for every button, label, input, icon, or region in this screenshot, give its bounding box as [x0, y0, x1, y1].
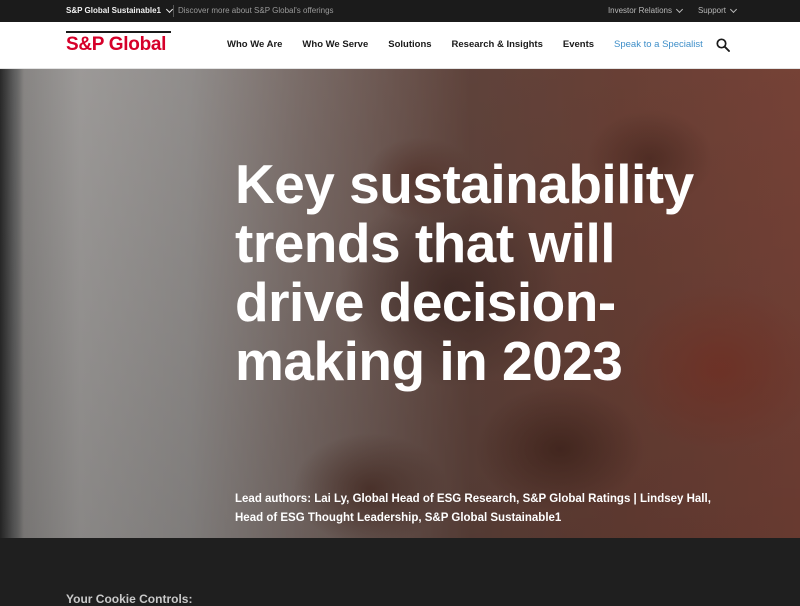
discover-link[interactable]: Discover more about S&P Global's offerin…: [178, 6, 334, 15]
investor-relations-link[interactable]: Investor Relations: [607, 5, 684, 15]
search-icon[interactable]: [716, 38, 730, 52]
sp-global-logo[interactable]: S&P Global: [66, 31, 172, 56]
top-utility-bar: S&P Global Sustainable1 Discover more ab…: [0, 0, 800, 22]
chevron-down-icon: [729, 5, 738, 13]
nav-item-events[interactable]: Events: [563, 39, 594, 50]
nav-item-research-insights[interactable]: Research & Insights: [452, 39, 543, 50]
investor-relations-label: Investor Relations: [607, 6, 672, 15]
page-title: Key sustainability trends that will driv…: [235, 153, 694, 392]
nav-item-who-we-serve[interactable]: Who We Serve: [302, 39, 368, 50]
utility-links: Investor Relations Support: [607, 5, 738, 15]
hero-banner: Key sustainability trends that will driv…: [0, 69, 800, 538]
nav-item-who-we-are[interactable]: Who We Are: [227, 39, 282, 50]
chevron-down-icon: [675, 5, 684, 13]
divider: [173, 5, 174, 17]
lead-authors: Lead authors: Lai Ly, Global Head of ESG…: [235, 493, 711, 524]
support-link[interactable]: Support: [697, 5, 738, 15]
nav-menu: Who We Are Who We Serve Solutions Resear…: [227, 39, 703, 50]
brand-selector-label: S&P Global Sustainable1: [66, 6, 161, 15]
cookie-controls-banner: Your Cookie Controls:: [0, 538, 800, 606]
support-label: Support: [697, 6, 726, 15]
cookie-controls-title: Your Cookie Controls:: [66, 592, 193, 606]
nav-item-solutions[interactable]: Solutions: [388, 39, 431, 50]
chevron-down-icon: [165, 5, 174, 13]
brand-selector[interactable]: S&P Global Sustainable1: [66, 5, 174, 15]
speak-to-specialist-link[interactable]: Speak to a Specialist: [614, 39, 703, 50]
main-navigation: S&P Global Who We Are Who We Serve Solut…: [0, 22, 800, 69]
